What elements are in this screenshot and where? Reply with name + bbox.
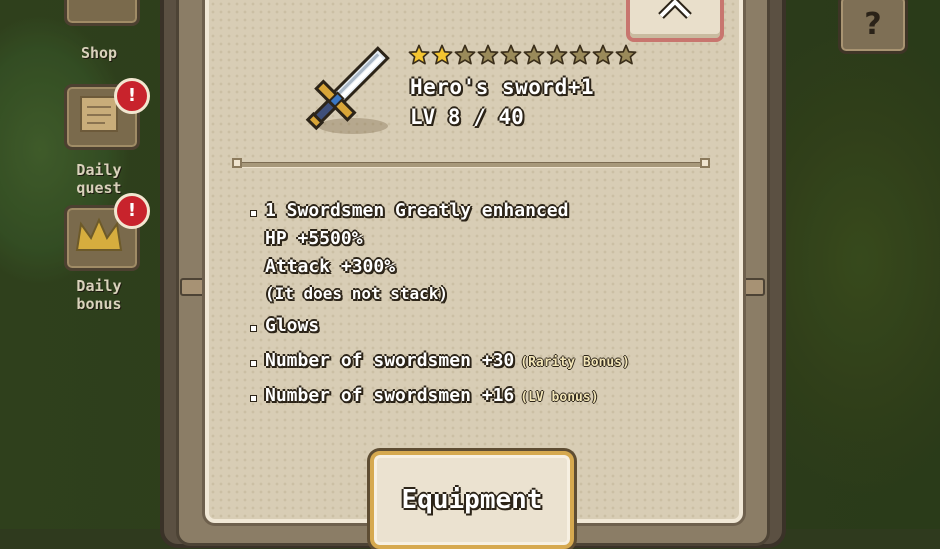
rarity-bonus-label: (Rarity Bonus) <box>520 355 630 370</box>
daily-bonus-label: Daily bonus <box>76 277 122 313</box>
shop-icon <box>64 0 140 26</box>
shop-label: Shop <box>80 44 118 62</box>
bullet-point <box>251 326 256 331</box>
effect-2: Glows <box>265 315 320 336</box>
star-filled-icon <box>408 44 430 65</box>
daily-quest-label: Daily quest <box>76 161 122 197</box>
effect-1-title: 1 Swordsmen Greatly enhanced <box>265 200 569 221</box>
effect-3-row: Number of swordsmen +30 (Rarity Bonus) <box>265 350 630 371</box>
sword-icon <box>305 46 390 131</box>
close-button[interactable] <box>626 0 724 42</box>
star-empty-icon <box>454 44 476 65</box>
help-button[interactable]: ? <box>838 0 908 54</box>
effect-1-note: (It does not stack) <box>265 284 449 303</box>
equipment-button[interactable]: Equipment <box>370 451 574 549</box>
star-empty-icon <box>500 44 522 65</box>
rarity-stars <box>408 44 637 66</box>
star-empty-icon <box>477 44 499 65</box>
bullet-point <box>251 396 256 401</box>
effect-1-attack: Attack +300% <box>265 256 396 277</box>
side-menu-daily-quest[interactable]: ! Daily quest <box>50 78 150 197</box>
effect-1-hp: HP +5500% <box>265 228 363 249</box>
section-divider <box>232 158 710 170</box>
side-menu-shop[interactable]: Shop <box>50 0 148 70</box>
star-empty-icon <box>615 44 637 65</box>
lv-bonus-label: (LV bonus) <box>520 390 599 405</box>
bullet-point <box>251 361 256 366</box>
effect-4-row: Number of swordsmen +16 (LV bonus) <box>265 385 599 406</box>
star-filled-icon <box>431 44 453 65</box>
star-empty-icon <box>523 44 545 65</box>
effect-3: Number of swordsmen +30 <box>265 350 515 371</box>
notification-badge: ! <box>114 193 150 229</box>
bullet-point <box>251 211 256 216</box>
item-name: Hero's sword+1 <box>410 75 595 99</box>
star-empty-icon <box>546 44 568 65</box>
close-icon <box>658 0 692 19</box>
effect-4: Number of swordsmen +16 <box>265 385 515 406</box>
item-level: LV 8 / 40 <box>410 105 524 129</box>
notification-badge: ! <box>114 78 150 114</box>
side-menu-daily-bonus[interactable]: ! Daily bonus <box>50 193 150 313</box>
star-empty-icon <box>569 44 591 65</box>
star-empty-icon <box>592 44 614 65</box>
equipment-button-label: Equipment <box>401 485 543 515</box>
